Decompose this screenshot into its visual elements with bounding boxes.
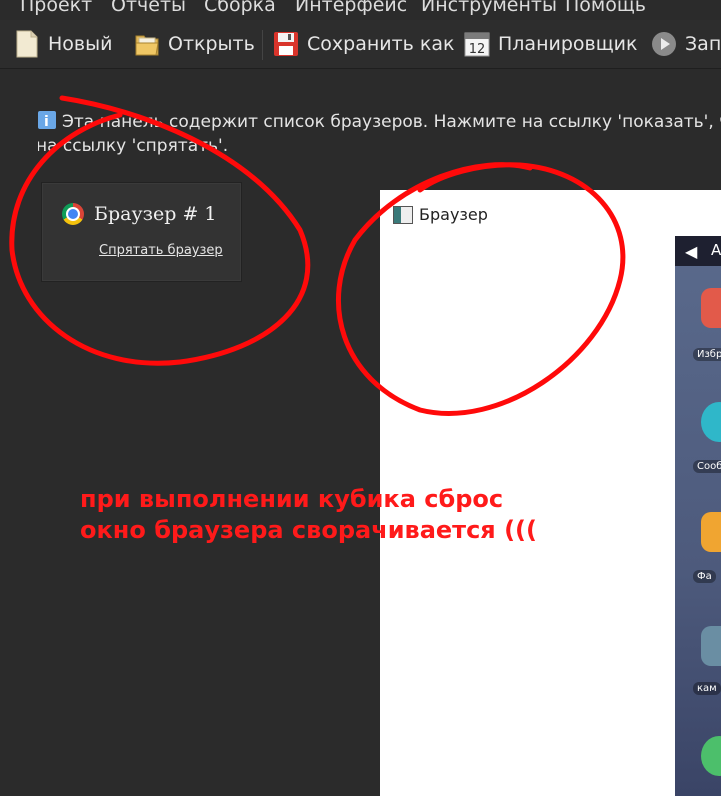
chrome-icon xyxy=(62,203,84,225)
play-icon xyxy=(651,30,677,58)
scheduler-button-label: Планировщик xyxy=(498,33,638,55)
browser-window-title: Браузер xyxy=(393,205,488,224)
menu-bar: Проект Отчеты Сборка Интерфейс Инструмен… xyxy=(0,0,721,20)
calendar-icon-number: 12 xyxy=(469,42,486,57)
open-button[interactable]: Открыть xyxy=(134,28,255,60)
save-as-button-label: Сохранить как xyxy=(307,33,455,55)
menu-help[interactable]: Помощь xyxy=(565,0,646,16)
toolbar: Новый Открыть Сохранить как 12 Планировщ… xyxy=(0,20,721,69)
phone-app-label: Фа xyxy=(693,570,716,583)
info-icon xyxy=(38,110,56,134)
phone-screen: ◀ А Избр Сооб Фа кам xyxy=(675,236,721,796)
run-button-label: Запу xyxy=(685,33,721,55)
scheduler-button[interactable]: 12 Планировщик xyxy=(464,28,637,60)
browser-card-title-text: Браузер # 1 xyxy=(94,203,217,225)
save-as-button[interactable]: Сохранить как xyxy=(273,28,455,60)
phone-app-label: Сооб xyxy=(693,460,721,473)
browser-card: Браузер # 1 Спрятать браузер xyxy=(41,182,242,282)
open-folder-icon xyxy=(134,30,160,58)
window-icon xyxy=(393,205,413,224)
menu-interface[interactable]: Интерфейс xyxy=(295,0,407,16)
phone-top-label: А xyxy=(711,241,721,259)
run-button[interactable]: Запу xyxy=(651,28,721,60)
menu-build[interactable]: Сборка xyxy=(204,0,276,16)
phone-app-label: Избр xyxy=(693,348,721,361)
browser-card-title: Браузер # 1 xyxy=(62,203,217,225)
toolbar-separator xyxy=(262,30,263,60)
new-button-label: Новый xyxy=(48,33,113,55)
calendar-icon: 12 xyxy=(464,30,490,58)
phone-status-bar: ◀ А xyxy=(675,236,721,266)
save-disk-icon xyxy=(273,30,299,58)
menu-tools[interactable]: Инструменты xyxy=(421,0,557,16)
hide-browser-link[interactable]: Спрятать браузер xyxy=(99,243,223,258)
annotation-line-1: при выполнении кубика сброс xyxy=(80,485,504,513)
info-line-1: Эта панель содержит список браузеров. На… xyxy=(62,112,721,132)
camera-app-icon[interactable] xyxy=(701,626,721,666)
new-file-icon xyxy=(14,30,40,58)
phone-app-label: кам xyxy=(693,682,721,695)
browser-window-title-text: Браузер xyxy=(419,205,488,224)
messages-app-icon[interactable] xyxy=(701,402,721,442)
info-panel-text: Эта панель содержит список браузеров. На… xyxy=(38,110,721,158)
menu-reports[interactable]: Отчеты xyxy=(111,0,186,16)
new-button[interactable]: Новый xyxy=(14,28,112,60)
annotation-line-2: окно браузера сворачивается ((( xyxy=(80,516,537,544)
gallery-app-icon[interactable] xyxy=(701,288,721,328)
open-button-label: Открыть xyxy=(168,33,255,55)
menu-project[interactable]: Проект xyxy=(20,0,92,16)
files-app-icon[interactable] xyxy=(701,512,721,552)
app-icon[interactable] xyxy=(701,736,721,776)
red-annotation-text: при выполнении кубика сброс окно браузер… xyxy=(80,484,537,546)
info-line-2: на ссылку 'спрятать'. xyxy=(38,136,229,156)
back-arrow-icon[interactable]: ◀ xyxy=(685,242,697,261)
